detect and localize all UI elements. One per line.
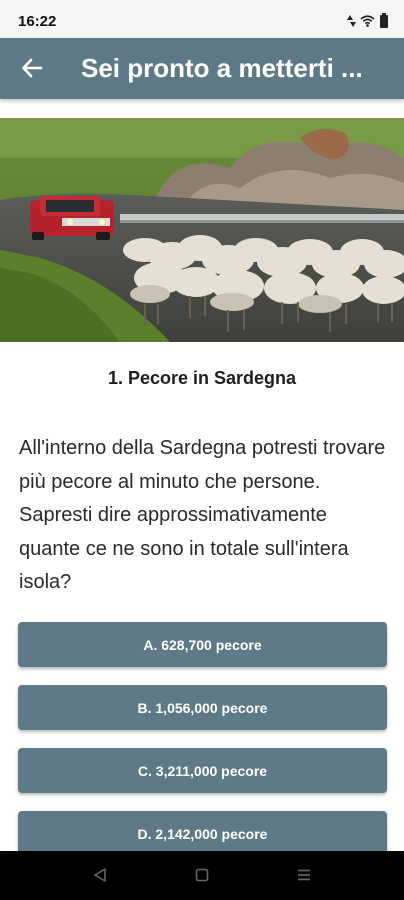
- page-title: Sei pronto a metterti ...: [81, 53, 363, 83]
- back-triangle-icon: [94, 868, 106, 882]
- status-bar: 16:22: [0, 0, 404, 38]
- system-nav-bar: [0, 851, 404, 900]
- app-bar: Sei pronto a metterti ...: [0, 38, 404, 99]
- nav-menu-button[interactable]: [294, 865, 314, 885]
- menu-icon: [298, 869, 310, 881]
- answer-c-button[interactable]: C. 3,211,000 pecore: [18, 748, 387, 793]
- status-icons: [347, 12, 388, 28]
- question-text: All'interno della Sardegna potresti trov…: [19, 437, 386, 593]
- wifi-icon: [360, 15, 375, 27]
- battery-icon: [380, 12, 388, 28]
- answer-a-button[interactable]: A. 628,700 pecore: [18, 622, 387, 667]
- home-square-icon: [195, 868, 209, 882]
- nav-back-button[interactable]: [90, 865, 110, 885]
- sheep-road-illustration: [0, 118, 404, 342]
- nav-home-button[interactable]: [192, 865, 212, 885]
- arrow-back-icon: [22, 58, 43, 78]
- back-button[interactable]: [12, 48, 52, 88]
- answer-d-button[interactable]: D. 2,142,000 pecore: [18, 811, 387, 856]
- status-time: 16:22: [18, 13, 57, 30]
- red-car-shape: [30, 196, 114, 240]
- data-arrows-icon: [347, 15, 356, 27]
- hero-image: [0, 118, 404, 342]
- question-title: 1. Pecore in Sardegna: [107, 368, 297, 388]
- answer-b-button[interactable]: B. 1,056,000 pecore: [18, 685, 387, 730]
